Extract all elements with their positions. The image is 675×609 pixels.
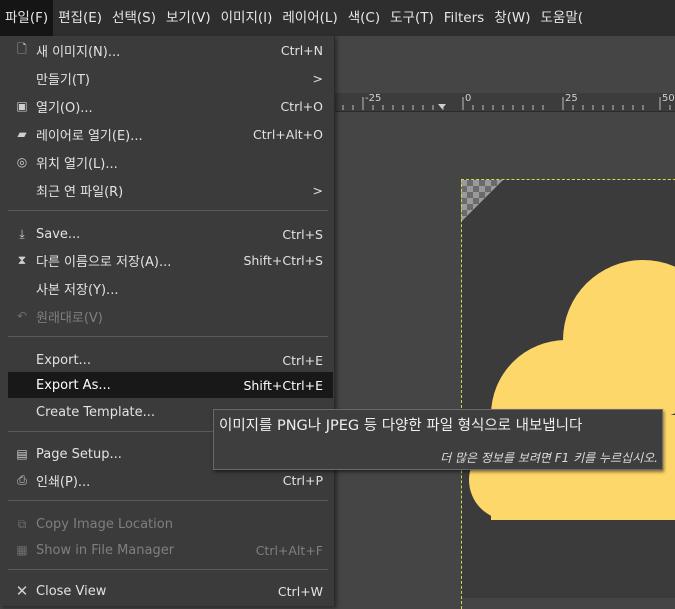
ruler-label: -25 bbox=[365, 93, 382, 104]
menu-separator bbox=[8, 569, 328, 570]
menu-item-export[interactable]: Export... Ctrl+E bbox=[8, 347, 333, 373]
transparency-checker bbox=[461, 180, 503, 222]
menu-item-new-image[interactable]: 🗋 새 이미지(N)... Ctrl+N bbox=[8, 37, 333, 63]
shortcut-label: Ctrl+Alt+O bbox=[253, 126, 323, 142]
image-canvas[interactable] bbox=[461, 180, 675, 598]
shortcut-label: Ctrl+N bbox=[280, 42, 323, 58]
shortcut-label: Ctrl+W bbox=[277, 583, 323, 599]
menu-item-label: 위치 열기(L)... bbox=[36, 156, 118, 172]
menu-item-save-copy[interactable]: 사본 저장(Y)... bbox=[8, 275, 333, 301]
open-as-layers-icon: ▰ bbox=[17, 127, 27, 141]
tooltip-text: 이미지를 PNG나 JPEG 등 다양한 파일 형식으로 내보냅니다 bbox=[219, 418, 583, 434]
menu-item-label: 열기(O)... bbox=[36, 100, 93, 116]
menu-select[interactable]: 선택(S) bbox=[107, 0, 161, 36]
save-icon: ⤓ bbox=[19, 226, 25, 241]
menu-filters[interactable]: Filters bbox=[439, 0, 489, 36]
menu-item-label: 원래대로(V) bbox=[36, 310, 103, 326]
cloud-shape bbox=[469, 260, 675, 520]
menu-separator bbox=[8, 210, 328, 211]
menu-item-show-in-file-manager[interactable]: ▦ Show in File Manager Ctrl+Alt+F bbox=[8, 537, 333, 563]
new-image-icon: 🗋 bbox=[17, 41, 27, 56]
menu-view[interactable]: 보기(V) bbox=[161, 0, 216, 36]
menu-item-label: 다른 이름으로 저장(A)... bbox=[36, 254, 172, 270]
shortcut-label: Shift+Ctrl+S bbox=[243, 252, 323, 268]
menu-item-label: Export As... bbox=[36, 377, 111, 393]
ruler-ticks bbox=[332, 97, 671, 110]
menu-item-label: Copy Image Location bbox=[36, 516, 173, 532]
shortcut-label: Ctrl+S bbox=[282, 226, 323, 242]
menu-item-open-as-layers[interactable]: ▰ 레이어로 열기(E)... Ctrl+Alt+O bbox=[8, 121, 333, 147]
ruler-label: 50 bbox=[662, 93, 675, 104]
print-icon: ⎙ bbox=[17, 472, 27, 487]
menu-image[interactable]: 이미지(I) bbox=[216, 0, 278, 36]
file-menu: 🗋 새 이미지(N)... Ctrl+N 만들기(T) > ▣ 열기(O)...… bbox=[0, 36, 335, 606]
menu-item-label: Show in File Manager bbox=[36, 542, 175, 558]
menubar: 파일(F) 편집(E) 선택(S) 보기(V) 이미지(I) 레이어(L) 색(… bbox=[0, 0, 675, 36]
revert-icon: ↶ bbox=[16, 309, 28, 323]
submenu-arrow-icon: > bbox=[312, 70, 323, 86]
menu-item-save[interactable]: ⤓ Save... Ctrl+S bbox=[8, 221, 333, 247]
menu-item-label: Close View bbox=[36, 583, 107, 599]
menu-item-label: 인쇄(P)... bbox=[36, 474, 91, 490]
menu-item-label: Export... bbox=[36, 352, 91, 368]
tooltip: 이미지를 PNG나 JPEG 등 다양한 파일 형식으로 내보냅니다 더 많은 … bbox=[213, 409, 663, 470]
copy-location-icon: ⧉ bbox=[17, 516, 27, 531]
shortcut-label: Ctrl+O bbox=[280, 98, 323, 114]
menu-item-copy-image-location[interactable]: ⧉ Copy Image Location bbox=[8, 511, 333, 537]
menu-separator bbox=[8, 500, 328, 501]
page-setup-icon: ▤ bbox=[16, 447, 28, 461]
menu-item-label: Save... bbox=[36, 226, 81, 242]
close-icon: ✕ bbox=[15, 582, 29, 600]
menu-help[interactable]: 도움말( bbox=[536, 0, 589, 36]
menu-item-save-as[interactable]: ⧗ 다른 이름으로 저장(A)... Shift+Ctrl+S bbox=[8, 247, 333, 273]
menu-edit[interactable]: 편집(E) bbox=[53, 0, 107, 36]
shortcut-label: Ctrl+Alt+F bbox=[255, 542, 323, 558]
menu-item-label: 레이어로 열기(E)... bbox=[36, 128, 143, 144]
horizontal-ruler[interactable]: -25 0 25 50 bbox=[330, 93, 675, 112]
menu-item-open[interactable]: ▣ 열기(O)... Ctrl+O bbox=[8, 93, 333, 119]
open-location-icon: ◎ bbox=[16, 155, 28, 169]
menu-item-label: 최근 연 파일(R) bbox=[36, 184, 124, 200]
menu-windows[interactable]: 창(W) bbox=[489, 0, 535, 36]
menu-item-open-recent[interactable]: 최근 연 파일(R) > bbox=[8, 177, 333, 203]
menu-item-print[interactable]: ⎙ 인쇄(P)... Ctrl+P bbox=[8, 467, 333, 493]
ruler-label: 25 bbox=[565, 93, 578, 104]
menu-item-create[interactable]: 만들기(T) > bbox=[8, 65, 333, 91]
menu-item-revert[interactable]: ↶ 원래대로(V) bbox=[8, 303, 333, 329]
menu-item-label: 사본 저장(Y)... bbox=[36, 282, 119, 298]
shortcut-label: Shift+Ctrl+E bbox=[243, 377, 324, 393]
shortcut-label: Ctrl+P bbox=[282, 472, 323, 488]
menu-colors[interactable]: 색(C) bbox=[343, 0, 385, 36]
menu-tools[interactable]: 도구(T) bbox=[385, 0, 439, 36]
menu-item-label: 만들기(T) bbox=[36, 72, 90, 88]
submenu-arrow-icon: > bbox=[312, 182, 323, 198]
save-as-icon: ⧗ bbox=[17, 252, 27, 267]
menu-item-export-as[interactable]: Export As... Shift+Ctrl+E bbox=[8, 372, 333, 398]
file-manager-icon: ▦ bbox=[16, 543, 28, 557]
menu-item-open-location[interactable]: ◎ 위치 열기(L)... bbox=[8, 149, 333, 175]
menu-item-close-view[interactable]: ✕ Close View Ctrl+W bbox=[8, 578, 333, 604]
cloud-image bbox=[461, 180, 675, 520]
menu-layer[interactable]: 레이어(L) bbox=[277, 0, 342, 36]
open-icon: ▣ bbox=[16, 99, 28, 113]
menu-file[interactable]: 파일(F) bbox=[0, 0, 54, 36]
ruler-label: 0 bbox=[465, 93, 472, 104]
menu-item-label: 새 이미지(N)... bbox=[36, 44, 121, 60]
shortcut-label: Ctrl+E bbox=[282, 352, 323, 368]
tooltip-hint: 더 많은 정보를 보려면 F1 키를 누르십시오. bbox=[440, 451, 658, 465]
menu-separator bbox=[8, 336, 328, 337]
